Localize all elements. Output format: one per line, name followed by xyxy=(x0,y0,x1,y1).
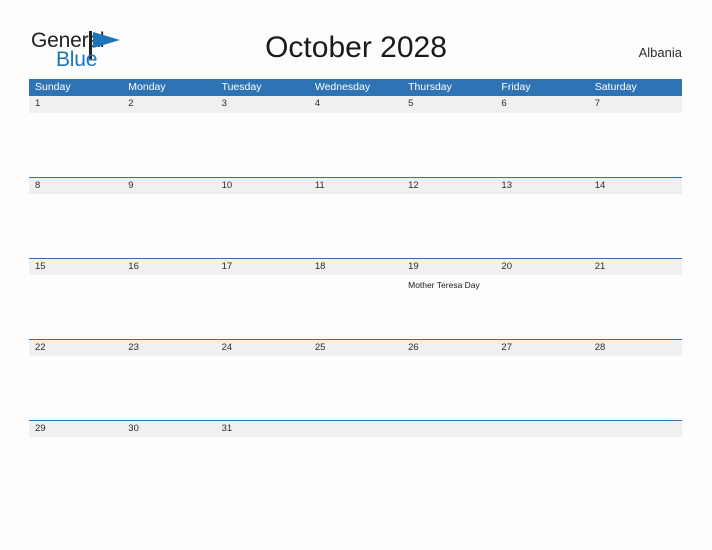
weekday-header-row: Sunday Monday Tuesday Wednesday Thursday… xyxy=(29,79,682,96)
day-cell-15[interactable]: 15 xyxy=(29,259,122,275)
day-cell-12[interactable]: 12 xyxy=(402,178,495,194)
event-cell xyxy=(29,113,122,117)
day-cell-26[interactable]: 26 xyxy=(402,340,495,356)
event-cell xyxy=(402,113,495,117)
event-cell xyxy=(29,194,122,198)
event-cell xyxy=(495,194,588,198)
event-band xyxy=(29,437,682,441)
event-cell xyxy=(402,356,495,360)
weekday-header-wednesday: Wednesday xyxy=(314,81,371,93)
event-band xyxy=(29,356,682,360)
page-header: General Blue October 2028 Albania xyxy=(0,0,712,79)
event-cell xyxy=(309,437,402,441)
calendar-week-row: 1 2 3 4 5 6 7 xyxy=(29,96,682,177)
event-cell xyxy=(216,194,309,198)
day-cell-7[interactable]: 7 xyxy=(589,96,682,113)
calendar-week-row: 29 30 31 xyxy=(29,420,682,484)
day-cell-18[interactable]: 18 xyxy=(309,259,402,275)
event-cell xyxy=(122,437,215,441)
event-cell xyxy=(589,113,682,117)
event-cell xyxy=(309,356,402,360)
day-cell-19[interactable]: 19 xyxy=(402,259,495,275)
calendar-week-row: 8 9 10 11 12 13 14 xyxy=(29,177,682,258)
date-band: 22 23 24 25 26 27 28 xyxy=(29,339,682,356)
day-cell-8[interactable]: 8 xyxy=(29,178,122,194)
event-cell xyxy=(122,194,215,198)
event-band xyxy=(29,113,682,117)
day-cell-3[interactable]: 3 xyxy=(216,96,309,113)
event-cell xyxy=(122,275,215,291)
event-cell xyxy=(216,356,309,360)
calendar-grid: Sunday Monday Tuesday Wednesday Thursday… xyxy=(29,79,682,484)
event-cell xyxy=(589,356,682,360)
day-cell-11[interactable]: 11 xyxy=(309,178,402,194)
event-label-mother-teresa-day: Mother Teresa Day xyxy=(408,280,480,290)
event-cell xyxy=(495,113,588,117)
event-cell xyxy=(495,356,588,360)
day-cell-10[interactable]: 10 xyxy=(216,178,309,194)
event-cell xyxy=(122,113,215,117)
day-cell-5[interactable]: 5 xyxy=(402,96,495,113)
event-cell xyxy=(309,113,402,117)
day-cell-31[interactable]: 31 xyxy=(216,421,309,437)
calendar-week-row: 22 23 24 25 26 27 28 xyxy=(29,339,682,420)
event-cell xyxy=(589,437,682,441)
day-cell-9[interactable]: 9 xyxy=(122,178,215,194)
day-cell-16[interactable]: 16 xyxy=(122,259,215,275)
weekday-header-sunday: Sunday xyxy=(35,81,71,93)
day-cell-17[interactable]: 17 xyxy=(216,259,309,275)
day-cell-29[interactable]: 29 xyxy=(29,421,122,437)
date-band: 15 16 17 18 19 20 21 xyxy=(29,258,682,275)
day-cell-22[interactable]: 22 xyxy=(29,340,122,356)
event-cell xyxy=(216,113,309,117)
weekday-header-thursday: Thursday xyxy=(408,81,452,93)
day-cell-2[interactable]: 2 xyxy=(122,96,215,113)
event-cell xyxy=(402,437,495,441)
day-cell-empty xyxy=(589,421,682,437)
event-cell xyxy=(309,275,402,291)
event-band: Mother Teresa Day xyxy=(29,275,682,291)
calendar-week-row: 15 16 17 18 19 20 21 Mother Teresa Day xyxy=(29,258,682,339)
day-cell-14[interactable]: 14 xyxy=(589,178,682,194)
event-cell xyxy=(402,194,495,198)
page-title: October 2028 xyxy=(265,31,447,64)
weekday-header-monday: Monday xyxy=(128,81,166,93)
day-cell-empty xyxy=(495,421,588,437)
date-band: 8 9 10 11 12 13 14 xyxy=(29,177,682,194)
weekday-header-tuesday: Tuesday xyxy=(221,81,262,93)
event-cell xyxy=(216,437,309,441)
event-band xyxy=(29,194,682,198)
event-cell xyxy=(216,275,309,291)
event-cell xyxy=(495,437,588,441)
day-cell-13[interactable]: 13 xyxy=(495,178,588,194)
day-cell-23[interactable]: 23 xyxy=(122,340,215,356)
brand-logo[interactable]: General Blue xyxy=(31,30,151,70)
event-cell xyxy=(29,437,122,441)
weekday-header-saturday: Saturday xyxy=(594,81,637,93)
day-cell-21[interactable]: 21 xyxy=(589,259,682,275)
day-cell-24[interactable]: 24 xyxy=(216,340,309,356)
day-cell-28[interactable]: 28 xyxy=(589,340,682,356)
day-cell-4[interactable]: 4 xyxy=(309,96,402,113)
event-cell xyxy=(589,275,682,291)
day-cell-6[interactable]: 6 xyxy=(495,96,588,113)
day-cell-30[interactable]: 30 xyxy=(122,421,215,437)
event-cell xyxy=(29,275,122,291)
date-band: 29 30 31 xyxy=(29,420,682,437)
event-cell xyxy=(122,356,215,360)
date-band: 1 2 3 4 5 6 7 xyxy=(29,96,682,113)
day-cell-25[interactable]: 25 xyxy=(309,340,402,356)
day-cell-empty xyxy=(402,421,495,437)
country-label: Albania xyxy=(638,45,682,60)
event-cell xyxy=(495,275,588,291)
day-cell-empty xyxy=(309,421,402,437)
weekday-header-friday: Friday xyxy=(501,81,531,93)
brand-word-blue: Blue xyxy=(56,48,98,71)
day-cell-20[interactable]: 20 xyxy=(495,259,588,275)
day-cell-1[interactable]: 1 xyxy=(29,96,122,113)
day-cell-27[interactable]: 27 xyxy=(495,340,588,356)
event-cell xyxy=(589,194,682,198)
event-cell xyxy=(309,194,402,198)
event-cell xyxy=(29,356,122,360)
